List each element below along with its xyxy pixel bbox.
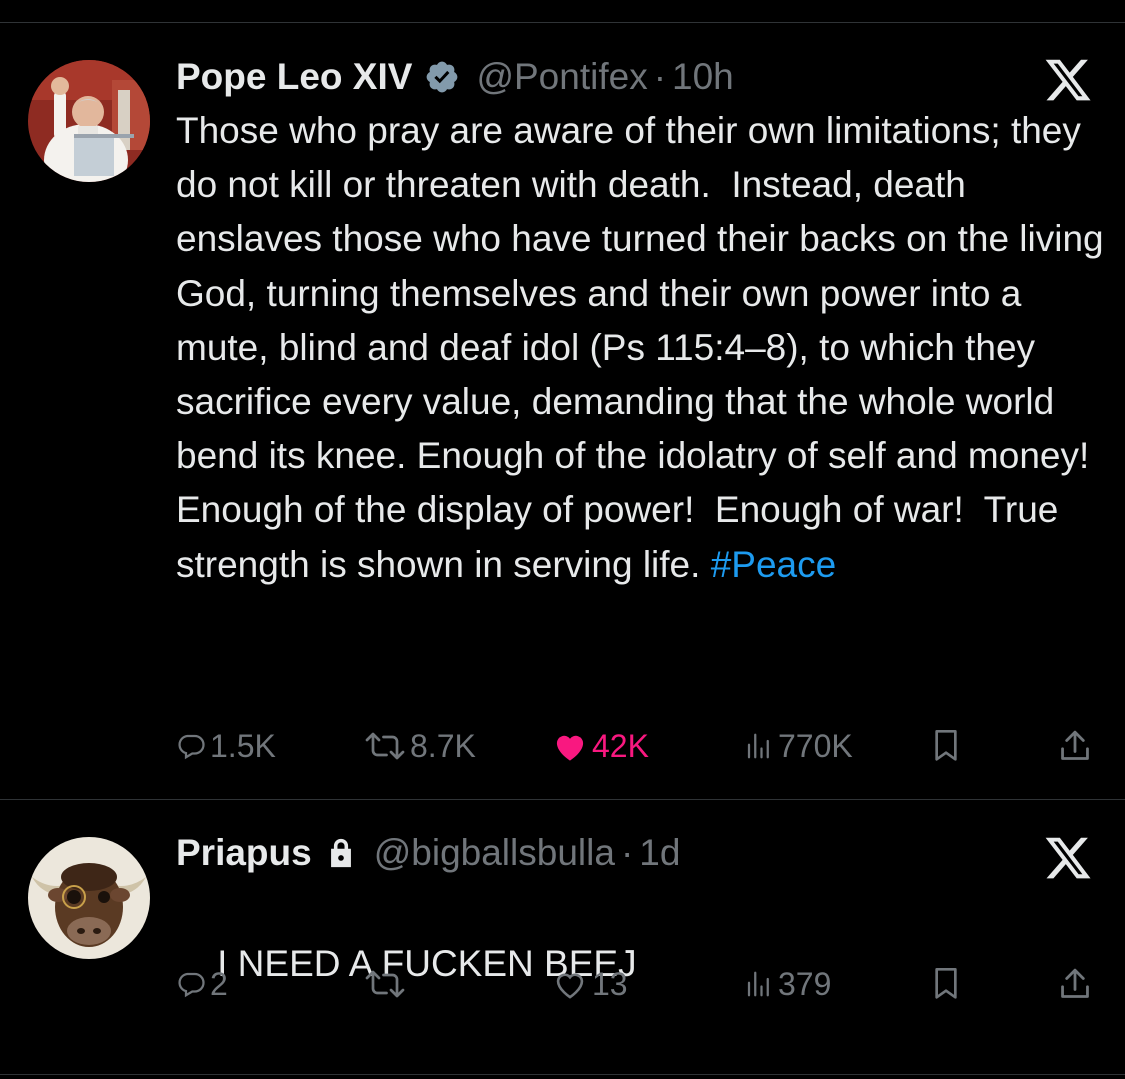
tweet-pontifex[interactable]: Pope Leo XIV @Pontifex · 10h Those who p… [0, 0, 1125, 800]
views-button[interactable]: 770K [744, 726, 853, 766]
x-logo-icon[interactable] [1043, 833, 1093, 883]
bookmark-button[interactable] [930, 726, 962, 766]
like-button[interactable]: 13 [552, 964, 628, 1004]
reply-count: 2 [210, 965, 228, 1002]
heart-outline-icon [556, 973, 584, 999]
tweet-text: I NEED A FUCKEN BEEJ [176, 883, 1106, 1046]
avatar-bigballsbulla[interactable] [28, 837, 150, 959]
repost-icon [365, 970, 405, 998]
views-count: 379 [778, 965, 832, 1002]
separator-dot: · [653, 56, 667, 97]
user-handle[interactable]: @Pontifex [476, 55, 647, 99]
repost-count: 8.7K [410, 727, 476, 764]
tweet-header: Priapus @bigballsbulla · 1d [176, 831, 1035, 875]
like-count: 13 [592, 965, 628, 1002]
bookmark-button[interactable] [930, 964, 962, 1004]
pope-avatar-image [28, 60, 150, 182]
views-count: 770K [778, 727, 853, 764]
timestamp[interactable]: 10h [672, 55, 734, 99]
share-button[interactable] [1058, 964, 1092, 1004]
tweet-header: Pope Leo XIV @Pontifex · 10h [176, 55, 1035, 99]
share-icon [1061, 968, 1089, 998]
user-handle[interactable]: @bigballsbulla [374, 831, 615, 875]
tweet-text: Those who pray are aware of their own li… [176, 104, 1106, 592]
separator-dot: · [620, 832, 634, 873]
verified-badge-icon[interactable] [424, 59, 460, 95]
bookmark-icon [935, 967, 957, 999]
display-name[interactable]: Priapus [176, 831, 312, 875]
share-icon [1061, 730, 1089, 760]
reply-count: 1.5K [210, 727, 276, 764]
display-name[interactable]: Pope Leo XIV [176, 55, 412, 99]
bottom-divider [0, 1074, 1125, 1075]
reply-icon [178, 734, 205, 760]
hashtag-link[interactable]: #Peace [711, 544, 837, 585]
reply-button[interactable]: 1.5K [176, 726, 276, 766]
analytics-icon [747, 971, 769, 997]
x-logo-icon[interactable] [1043, 55, 1093, 105]
like-button[interactable]: 42K [552, 726, 649, 766]
bookmark-icon [935, 729, 957, 761]
repost-icon [365, 732, 405, 760]
views-button[interactable]: 379 [744, 964, 831, 1004]
analytics-icon [747, 733, 769, 759]
tweet-bigballsbulla[interactable]: Priapus @bigballsbulla · 1d I NEED A FUC… [0, 800, 1125, 1079]
share-button[interactable] [1058, 726, 1092, 766]
tweet-body: Those who pray are aware of their own li… [176, 110, 1114, 585]
reply-button[interactable]: 2 [176, 964, 228, 1004]
repost-button[interactable] [364, 964, 406, 1004]
reply-icon [178, 972, 205, 998]
like-count: 42K [592, 727, 649, 764]
timestamp[interactable]: 1d [639, 831, 680, 875]
bull-avatar-image [28, 837, 150, 959]
heart-filled-icon [556, 735, 584, 761]
lock-icon [330, 838, 351, 868]
avatar-pontifex[interactable] [28, 60, 150, 182]
repost-button[interactable]: 8.7K [364, 726, 476, 766]
